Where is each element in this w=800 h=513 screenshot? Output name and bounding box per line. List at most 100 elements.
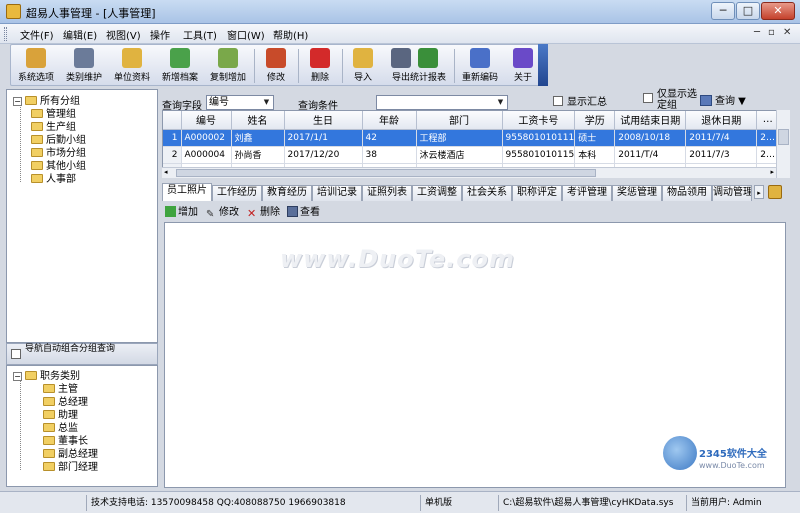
cell-id[interactable]: A000004 [181, 146, 232, 164]
sub-view-button[interactable]: 查看 [287, 203, 320, 219]
cell-age[interactable]: 42 [362, 129, 417, 147]
tree-item-group[interactable]: 生产组 [31, 118, 76, 133]
tab-training[interactable]: 培训记录 [312, 185, 362, 201]
category-maintain-button[interactable]: 类别维护 [61, 47, 107, 85]
tree-root-all-groups[interactable]: − 所有分组 [13, 92, 80, 107]
query-button[interactable]: 查询 ▼ [700, 92, 746, 107]
menu-window[interactable]: 窗口(W) [227, 27, 265, 42]
tree-item-position[interactable]: 部门经理 [43, 458, 98, 473]
delete-button[interactable]: 删除 [301, 47, 339, 85]
cell-age[interactable]: 38 [362, 146, 417, 164]
tab-transfer[interactable]: 调动管理 [712, 185, 752, 201]
column-header[interactable]: 学历 [574, 111, 616, 130]
scroll-thumb[interactable] [176, 169, 596, 177]
sub-delete-button[interactable]: ✕ 删除 [247, 203, 280, 219]
tab-relations[interactable]: 社会关系 [462, 185, 512, 201]
grid-horizontal-scrollbar[interactable]: ◂ ▸ [162, 167, 776, 178]
sub-add-button[interactable]: 增加 [165, 203, 198, 219]
query-field-select[interactable]: 编号 ▼ [206, 95, 274, 110]
menu-file[interactable]: 文件(F) [20, 27, 54, 42]
tree-item-position[interactable]: 助理 [43, 406, 78, 421]
scroll-left-icon[interactable]: ◂ [164, 168, 168, 176]
cell-name[interactable]: 孙尚香 [231, 146, 285, 164]
cell-probation-end[interactable]: 2011/T/4 [614, 146, 687, 164]
cell-salary-card[interactable]: 955801010115 [502, 146, 576, 164]
sub-edit-button[interactable]: ✎ 修改 [206, 203, 239, 220]
cell-education[interactable]: 硕士 [574, 129, 616, 147]
cell-probation-end[interactable]: 2008/10/18 [614, 129, 687, 147]
tab-items[interactable]: 物品领用 [662, 185, 712, 201]
tree-item-group[interactable]: 人事部 [31, 170, 76, 185]
close-button[interactable]: ✕ [761, 2, 795, 20]
cell-id[interactable]: A000002 [181, 129, 232, 147]
scroll-thumb[interactable] [778, 129, 789, 145]
tree-root-positions[interactable]: − 职务类别 [13, 367, 80, 382]
cell-education[interactable]: 本科 [574, 146, 616, 164]
tree-item-position[interactable]: 副总经理 [43, 445, 98, 460]
chevron-down-icon[interactable]: ▼ [261, 97, 272, 108]
cell-department[interactable]: 工程部 [416, 129, 503, 147]
show-summary-option[interactable]: 显示汇总 [553, 93, 607, 108]
column-header[interactable]: 部门 [416, 111, 503, 130]
about-button[interactable]: 关于 [505, 47, 541, 85]
tab-licenses[interactable]: 证照列表 [362, 185, 412, 201]
nav-auto-group-query[interactable]: 导航自动组合分组查询 [6, 343, 158, 365]
tree-item-group[interactable]: 管理组 [31, 105, 76, 120]
tab-employee-photo[interactable]: 员工照片 [162, 183, 212, 201]
cell-birthday[interactable]: 2017/12/20 [284, 146, 363, 164]
tab-scroll-right-icon[interactable]: ▸ [754, 185, 764, 199]
cell-retire-date[interactable]: 2011/7/3 [685, 146, 758, 164]
chevron-down-icon[interactable]: ▼ [495, 97, 506, 108]
maximize-button[interactable]: □ [736, 2, 760, 20]
only-selected-checkbox[interactable] [643, 93, 653, 103]
scroll-right-icon[interactable]: ▸ [770, 168, 774, 176]
cell-salary-card[interactable]: 955801010111 [502, 129, 576, 147]
nav-query-checkbox[interactable] [11, 349, 21, 359]
column-header[interactable]: 工资卡号 [502, 111, 576, 130]
mdi-close-button[interactable]: ✕ [783, 27, 791, 38]
minimize-button[interactable]: ─ [711, 2, 735, 20]
collapse-icon[interactable]: − [13, 97, 22, 106]
column-header[interactable]: 姓名 [231, 111, 285, 130]
import-button[interactable]: 导入 [345, 47, 381, 85]
table-row[interactable]: 2 A000004 孙尚香 2017/12/20 38 沐云楼酒店 955801… [163, 146, 780, 164]
tab-title-review[interactable]: 职称评定 [512, 185, 562, 201]
mdi-restore-button[interactable]: ▫ [768, 27, 775, 38]
cell-birthday[interactable]: 2017/1/1 [284, 129, 363, 147]
cell-department[interactable]: 沐云楼酒店 [416, 146, 503, 164]
column-header[interactable]: 试用结束日期 [614, 111, 687, 130]
add-record-button[interactable]: 新增档案 [157, 47, 203, 85]
grid-vertical-scrollbar[interactable] [776, 110, 790, 178]
tab-work-history[interactable]: 工作经历 [212, 185, 262, 201]
tree-item-position[interactable]: 总经理 [43, 393, 88, 408]
query-condition-select[interactable]: ▼ [376, 95, 508, 110]
column-header[interactable]: 生日 [284, 111, 363, 130]
column-header[interactable]: 编号 [181, 111, 232, 130]
menu-operation[interactable]: 操作 [150, 27, 170, 42]
tree-item-group[interactable]: 市场分组 [31, 144, 86, 159]
recode-button[interactable]: 重新编码 [457, 47, 503, 85]
tree-item-position[interactable]: 董事长 [43, 432, 88, 447]
column-header[interactable]: 年龄 [362, 111, 417, 130]
tab-appraisal[interactable]: 考评管理 [562, 185, 612, 201]
report-button[interactable]: 统计报表 [405, 47, 451, 85]
tab-education[interactable]: 教育经历 [262, 185, 312, 201]
column-header[interactable]: 退休日期 [685, 111, 758, 130]
tree-item-group[interactable]: 后勤小组 [31, 131, 86, 146]
menu-tools[interactable]: 工具(T) [183, 27, 217, 42]
cell-retire-date[interactable]: 2011/7/4 [685, 129, 758, 147]
show-summary-checkbox[interactable] [553, 96, 563, 106]
collapse-icon[interactable]: − [13, 372, 22, 381]
menu-view[interactable]: 视图(V) [106, 27, 141, 42]
mdi-minimize-button[interactable]: ─ [754, 27, 760, 38]
unit-info-button[interactable]: 单位资料 [109, 47, 155, 85]
tree-item-group[interactable]: 其他小组 [31, 157, 86, 172]
tree-item-position[interactable]: 总监 [43, 419, 78, 434]
toolbar-chevron-icon[interactable] [538, 44, 548, 86]
tab-settings-icon[interactable] [768, 185, 782, 199]
tree-item-position[interactable]: 主管 [43, 380, 78, 395]
tab-salary-adjust[interactable]: 工资调整 [412, 185, 462, 201]
cell-name[interactable]: 刘鑫 [231, 129, 285, 147]
edit-button[interactable]: 修改 [257, 47, 295, 85]
system-options-button[interactable]: 系统选项 [13, 47, 59, 85]
